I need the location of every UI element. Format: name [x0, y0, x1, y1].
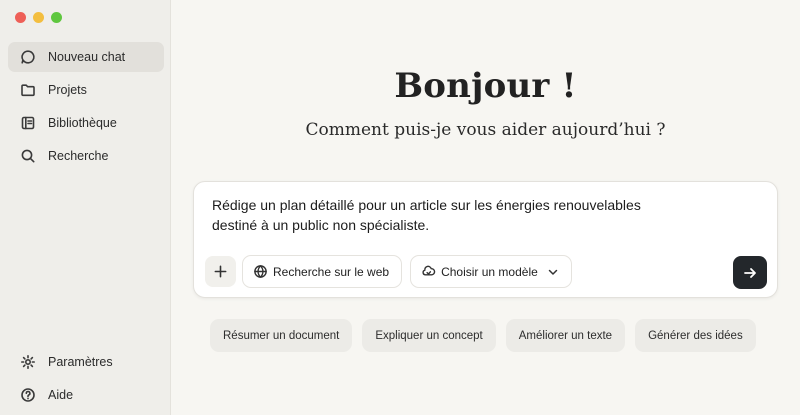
- plus-icon: [214, 265, 227, 278]
- send-button[interactable]: [733, 256, 767, 289]
- chevron-down-icon: [548, 269, 558, 275]
- web-search-label: Recherche sur le web: [273, 264, 390, 279]
- model-selector-label: Choisir un modèle: [441, 264, 538, 279]
- suggestion-explain-concept[interactable]: Expliquer un concept: [362, 319, 496, 352]
- folder-icon: [19, 81, 37, 99]
- search-icon: [19, 147, 37, 165]
- help-icon: [19, 386, 37, 404]
- suggestion-improve-text[interactable]: Améliorer un texte: [505, 319, 626, 352]
- sidebar-item-label: Recherche: [48, 149, 109, 163]
- arrow-right-icon: [744, 267, 756, 278]
- model-icon: [422, 265, 436, 276]
- message-composer[interactable]: Rédige un plan détaillé pour un article …: [193, 181, 778, 298]
- new-chat-icon: [19, 48, 37, 66]
- app-window: Nouveau chat Projets Bibliothèque Recher…: [0, 0, 800, 415]
- main-area: Bonjour ! Comment puis-je vous aider auj…: [171, 0, 800, 415]
- composer-toolbar: Recherche sur le web Choisir un modèle: [205, 255, 580, 288]
- sidebar: Nouveau chat Projets Bibliothèque Recher…: [0, 0, 171, 415]
- globe-icon: [254, 265, 267, 278]
- add-attachment-button[interactable]: [205, 256, 236, 287]
- sidebar-item-settings[interactable]: Paramètres: [8, 347, 164, 377]
- sidebar-item-help[interactable]: Aide: [8, 380, 164, 410]
- sidebar-item-label: Projets: [48, 83, 87, 97]
- minimize-window-button[interactable]: [33, 12, 44, 23]
- greeting-subtitle: Comment puis-je vous aider aujourd’hui ?: [305, 120, 666, 140]
- close-window-button[interactable]: [15, 12, 26, 23]
- sidebar-item-library[interactable]: Bibliothèque: [8, 108, 164, 138]
- sidebar-item-projects[interactable]: Projets: [8, 75, 164, 105]
- model-selector[interactable]: Choisir un modèle: [410, 255, 572, 288]
- window-controls: [15, 12, 62, 23]
- suggestion-chips: Résumer un document Expliquer un concept…: [210, 319, 756, 352]
- sidebar-nav: Nouveau chat Projets Bibliothèque Recher…: [8, 42, 164, 174]
- prompt-line: Rédige un plan détaillé pour un article …: [212, 197, 641, 213]
- prompt-input[interactable]: Rédige un plan détaillé pour un article …: [212, 195, 732, 235]
- library-icon: [19, 114, 37, 132]
- sidebar-item-label: Paramètres: [48, 355, 113, 369]
- sidebar-item-label: Bibliothèque: [48, 116, 117, 130]
- web-search-button[interactable]: Recherche sur le web: [242, 255, 403, 288]
- suggestion-generate-ideas[interactable]: Générer des idées: [635, 319, 756, 352]
- prompt-line: destiné à un public non spécialiste.: [212, 217, 430, 233]
- gear-icon: [19, 353, 37, 371]
- sidebar-item-label: Nouveau chat: [48, 50, 126, 64]
- sidebar-bottom-nav: Paramètres Aide: [8, 347, 164, 413]
- greeting-title: Bonjour !: [394, 66, 577, 106]
- sidebar-item-new-chat[interactable]: Nouveau chat: [8, 42, 164, 72]
- suggestion-summarize-document[interactable]: Résumer un document: [210, 319, 353, 352]
- sidebar-item-search[interactable]: Recherche: [8, 141, 164, 171]
- zoom-window-button[interactable]: [51, 12, 62, 23]
- sidebar-item-label: Aide: [48, 388, 74, 402]
